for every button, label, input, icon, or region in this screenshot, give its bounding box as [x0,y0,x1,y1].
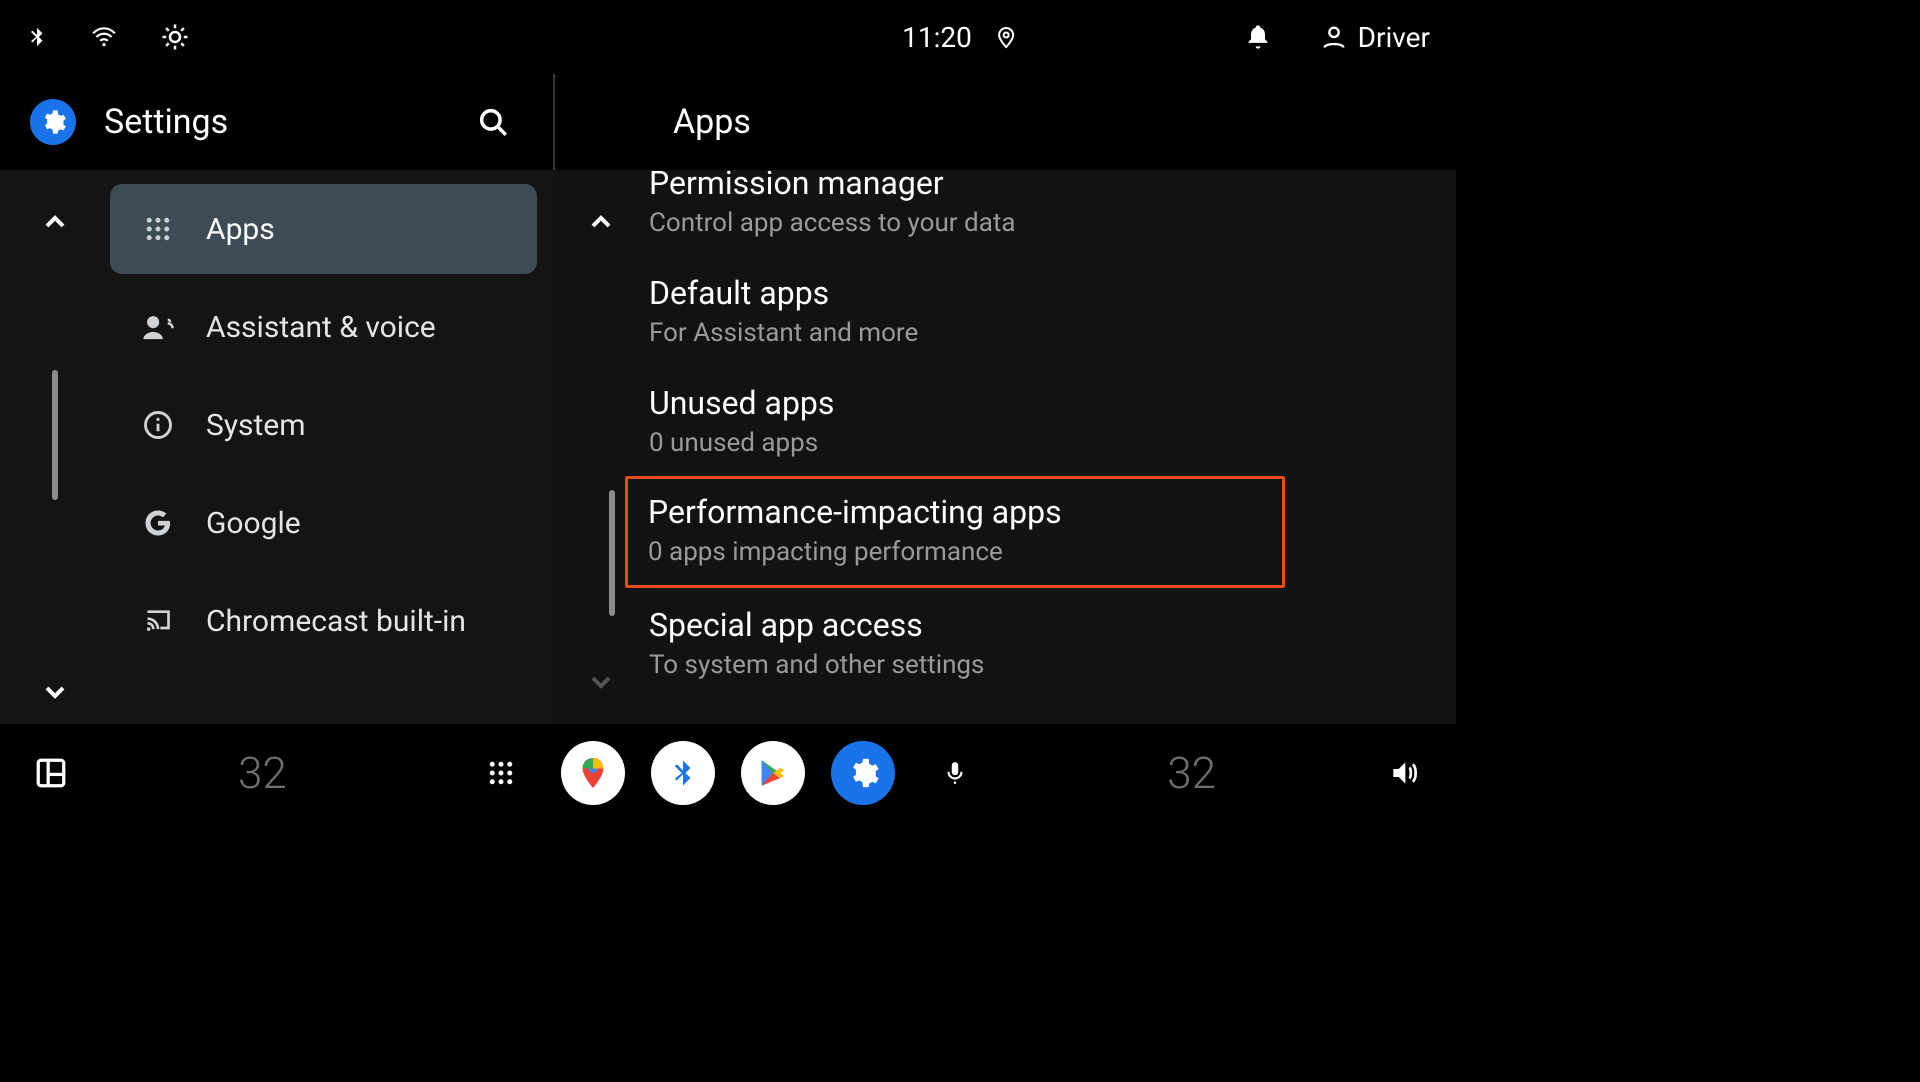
detail-title: Performance-impacting apps [648,493,1282,531]
nav-item-apps[interactable]: Apps [110,184,537,274]
info-icon [138,410,178,440]
play-store-app-icon[interactable] [741,741,805,805]
status-left [26,22,190,52]
nav-item-label: Chromecast built-in [206,604,466,639]
detail-item-default-apps[interactable]: Default apps For Assistant and more [649,256,1426,366]
bottom-bar: 32 32 [0,724,1456,821]
left-scroll-column [0,170,110,724]
status-center: 11:20 [902,21,1018,54]
scroll-down-button[interactable] [579,660,623,704]
detail-item-permission-manager[interactable]: Permission manager Control app access to… [649,170,1426,256]
scroll-up-button[interactable] [579,200,623,244]
status-bar: 11:20 Driver [0,0,1456,74]
scroll-down-button[interactable] [33,670,77,714]
search-button[interactable] [473,102,513,142]
detail-subtitle: 0 unused apps [649,428,1426,458]
left-header: Settings [0,74,553,170]
detail-title: Permission manager [649,164,1426,202]
right-title: Apps [673,102,751,142]
volume-icon[interactable] [1386,757,1422,789]
detail-subtitle: To system and other settings [649,650,1426,680]
left-panel: Settings Apps [0,74,553,724]
nav-item-label: Assistant & voice [206,310,436,345]
status-right: Driver [1244,21,1430,54]
nav-list: Apps Assistant & voice System [110,170,553,724]
right-panel: Apps Permission manager Control app acce… [553,74,1456,724]
right-body: Permission manager Control app access to… [553,170,1456,724]
settings-app-icon[interactable] [831,741,895,805]
nav-item-google[interactable]: Google [110,478,537,568]
cast-icon [138,607,178,635]
layout-icon[interactable] [34,756,68,790]
wifi-icon [88,24,120,50]
google-icon [138,508,178,538]
settings-gear-icon [30,99,76,145]
right-scroll-column [553,170,649,724]
nav-item-chromecast[interactable]: Chromecast built-in [110,576,537,666]
temp-left[interactable]: 32 [238,747,287,799]
detail-item-unused-apps[interactable]: Unused apps 0 unused apps [649,366,1426,476]
main: Settings Apps [0,74,1456,724]
assistant-icon [138,312,178,342]
mic-button[interactable] [935,753,975,793]
brightness-icon [160,22,190,52]
detail-title: Unused apps [649,384,1426,422]
clock: 11:20 [902,21,972,54]
user-button[interactable]: Driver [1320,21,1430,54]
user-name: Driver [1358,21,1430,54]
app-launcher-button[interactable] [481,753,521,793]
detail-subtitle: For Assistant and more [649,318,1426,348]
left-scroll-indicator [52,370,58,500]
detail-item-special-app-access[interactable]: Special app access To system and other s… [649,588,1426,698]
nav-item-label: Apps [206,212,275,247]
scroll-up-button[interactable] [33,200,77,244]
bluetooth-app-icon[interactable] [651,741,715,805]
nav-item-assistant[interactable]: Assistant & voice [110,282,537,372]
detail-subtitle: 0 apps impacting performance [648,537,1282,567]
detail-item-performance-impacting[interactable]: Performance-impacting apps 0 apps impact… [625,476,1285,588]
temp-right[interactable]: 32 [1167,747,1216,799]
detail-title: Default apps [649,274,1426,312]
bluetooth-icon [26,22,48,52]
nav-item-label: Google [206,506,301,541]
right-header: Apps [553,74,1456,170]
nav-item-system[interactable]: System [110,380,537,470]
right-scroll-indicator [609,490,615,616]
apps-icon [138,214,178,244]
left-title: Settings [104,102,445,142]
maps-app-icon[interactable] [561,741,625,805]
left-body: Apps Assistant & voice System [0,170,553,724]
location-icon [994,22,1018,52]
nav-item-label: System [206,408,306,443]
bottom-right: 32 [1167,747,1422,799]
bottom-center [481,741,975,805]
detail-subtitle: Control app access to your data [649,208,1426,238]
bell-icon[interactable] [1244,22,1272,52]
bottom-left: 32 [34,747,287,799]
detail-list: Permission manager Control app access to… [649,170,1456,724]
detail-title: Special app access [649,606,1426,644]
